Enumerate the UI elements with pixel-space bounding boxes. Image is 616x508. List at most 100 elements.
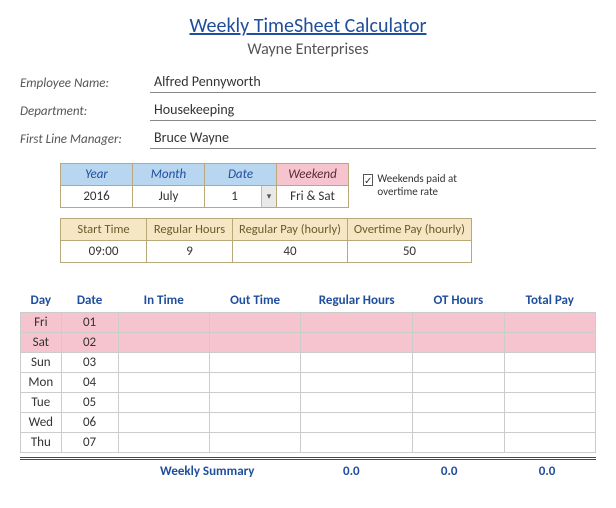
regular-hours-cell[interactable]: 9 (147, 241, 233, 263)
pay-config-table: Start Time Regular Hours Regular Pay (ho… (60, 218, 472, 263)
entry-cell[interactable] (118, 433, 209, 453)
day-cell: Mon (21, 373, 62, 393)
date-cell: 06 (61, 413, 118, 433)
page-title: Weekly TimeSheet Calculator (20, 14, 596, 38)
entry-cell[interactable] (301, 313, 413, 333)
entry-cell[interactable] (209, 433, 300, 453)
day-cell: Sat (21, 333, 62, 353)
entry-cell[interactable] (504, 393, 596, 413)
entry-cell[interactable] (413, 433, 504, 453)
day-cell: Thu (21, 433, 62, 453)
regular-hours-header: Regular Hours (147, 219, 233, 241)
entry-cell[interactable] (504, 373, 596, 393)
entry-cell[interactable] (209, 353, 300, 373)
col-header: Date (61, 289, 118, 313)
col-header: Total Pay (504, 289, 596, 313)
weekly-summary-row: Weekly Summary 0.0 0.0 0.0 (20, 457, 596, 479)
regular-pay-header: Regular Pay (hourly) (233, 219, 348, 241)
entry-cell[interactable] (209, 413, 300, 433)
entry-cell[interactable] (118, 413, 209, 433)
entry-cell[interactable] (118, 373, 209, 393)
entry-cell[interactable] (118, 333, 209, 353)
entry-cell[interactable] (504, 353, 596, 373)
employee-label: Employee Name: (20, 76, 150, 93)
manager-label: First Line Manager: (20, 132, 150, 149)
entry-cell[interactable] (209, 393, 300, 413)
day-cell: Wed (21, 413, 62, 433)
date-cell: 03 (61, 353, 118, 373)
month-cell[interactable]: July (133, 186, 205, 208)
department-row: Department: Housekeeping (20, 99, 596, 121)
dropdown-icon[interactable]: ▾ (261, 186, 276, 207)
summary-total: 0.0 (498, 464, 596, 479)
entry-cell[interactable] (413, 413, 504, 433)
department-label: Department: (20, 104, 150, 121)
entry-cell[interactable] (504, 433, 596, 453)
day-cell: Sun (21, 353, 62, 373)
timesheet-table: DayDateIn TimeOut TimeRegular HoursOT Ho… (20, 289, 596, 453)
entry-cell[interactable] (301, 393, 413, 413)
year-cell[interactable]: 2016 (61, 186, 133, 208)
overtime-pay-header: Overtime Pay (hourly) (347, 219, 471, 241)
table-row: Fri01 (21, 313, 596, 333)
entry-cell[interactable] (209, 373, 300, 393)
day-cell: Tue (21, 393, 62, 413)
entry-cell[interactable] (301, 353, 413, 373)
checkbox-icon[interactable]: ✓ (363, 174, 373, 186)
entry-cell[interactable] (301, 433, 413, 453)
month-header: Month (133, 164, 205, 186)
entry-cell[interactable] (209, 333, 300, 353)
overtime-pay-cell[interactable]: 50 (347, 241, 471, 263)
col-header: In Time (118, 289, 209, 313)
entry-cell[interactable] (209, 313, 300, 333)
entry-cell[interactable] (504, 333, 596, 353)
entry-cell[interactable] (504, 413, 596, 433)
timesheet-header-row: DayDateIn TimeOut TimeRegular HoursOT Ho… (21, 289, 596, 313)
entry-cell[interactable] (301, 373, 413, 393)
date-cell[interactable]: 1 ▾ (205, 186, 277, 208)
date-value: 1 (231, 189, 238, 204)
entry-cell[interactable] (413, 313, 504, 333)
employee-field[interactable]: Alfred Pennyworth (150, 71, 596, 93)
entry-cell[interactable] (301, 333, 413, 353)
timesheet-body: Fri01Sat02Sun03Mon04Tue05Wed06Thu07 (21, 313, 596, 453)
entry-cell[interactable] (118, 353, 209, 373)
date-cell: 05 (61, 393, 118, 413)
manager-field[interactable]: Bruce Wayne (150, 127, 596, 149)
day-cell: Fri (21, 313, 62, 333)
col-header: Regular Hours (301, 289, 413, 313)
employee-row: Employee Name: Alfred Pennyworth (20, 71, 596, 93)
col-header: Day (21, 289, 62, 313)
entry-cell[interactable] (118, 313, 209, 333)
table-row: Thu07 (21, 433, 596, 453)
entry-cell[interactable] (413, 393, 504, 413)
checkbox-label: Weekends paid at overtime rate (377, 173, 483, 197)
overtime-checkbox-wrap[interactable]: ✓ Weekends paid at overtime rate (363, 173, 483, 197)
entry-cell[interactable] (118, 393, 209, 413)
entry-cell[interactable] (413, 373, 504, 393)
date-header: Date (205, 164, 277, 186)
table-row: Mon04 (21, 373, 596, 393)
period-selector-table: Year Month Date Weekend 2016 July 1 ▾ Fr… (60, 163, 349, 208)
summary-label: Weekly Summary (160, 464, 302, 479)
date-cell: 02 (61, 333, 118, 353)
department-field[interactable]: Housekeeping (150, 99, 596, 121)
year-header: Year (61, 164, 133, 186)
entry-cell[interactable] (301, 413, 413, 433)
company-name: Wayne Enterprises (20, 40, 596, 59)
date-cell: 01 (61, 313, 118, 333)
table-row: Sun03 (21, 353, 596, 373)
regular-pay-cell[interactable]: 40 (233, 241, 348, 263)
col-header: OT Hours (413, 289, 504, 313)
entry-cell[interactable] (504, 313, 596, 333)
table-row: Wed06 (21, 413, 596, 433)
entry-cell[interactable] (413, 353, 504, 373)
date-cell: 04 (61, 373, 118, 393)
start-time-cell[interactable]: 09:00 (61, 241, 147, 263)
col-header: Out Time (209, 289, 300, 313)
table-row: Tue05 (21, 393, 596, 413)
entry-cell[interactable] (413, 333, 504, 353)
summary-ot: 0.0 (400, 464, 498, 479)
table-row: Sat02 (21, 333, 596, 353)
weekend-cell[interactable]: Fri & Sat (277, 186, 349, 208)
